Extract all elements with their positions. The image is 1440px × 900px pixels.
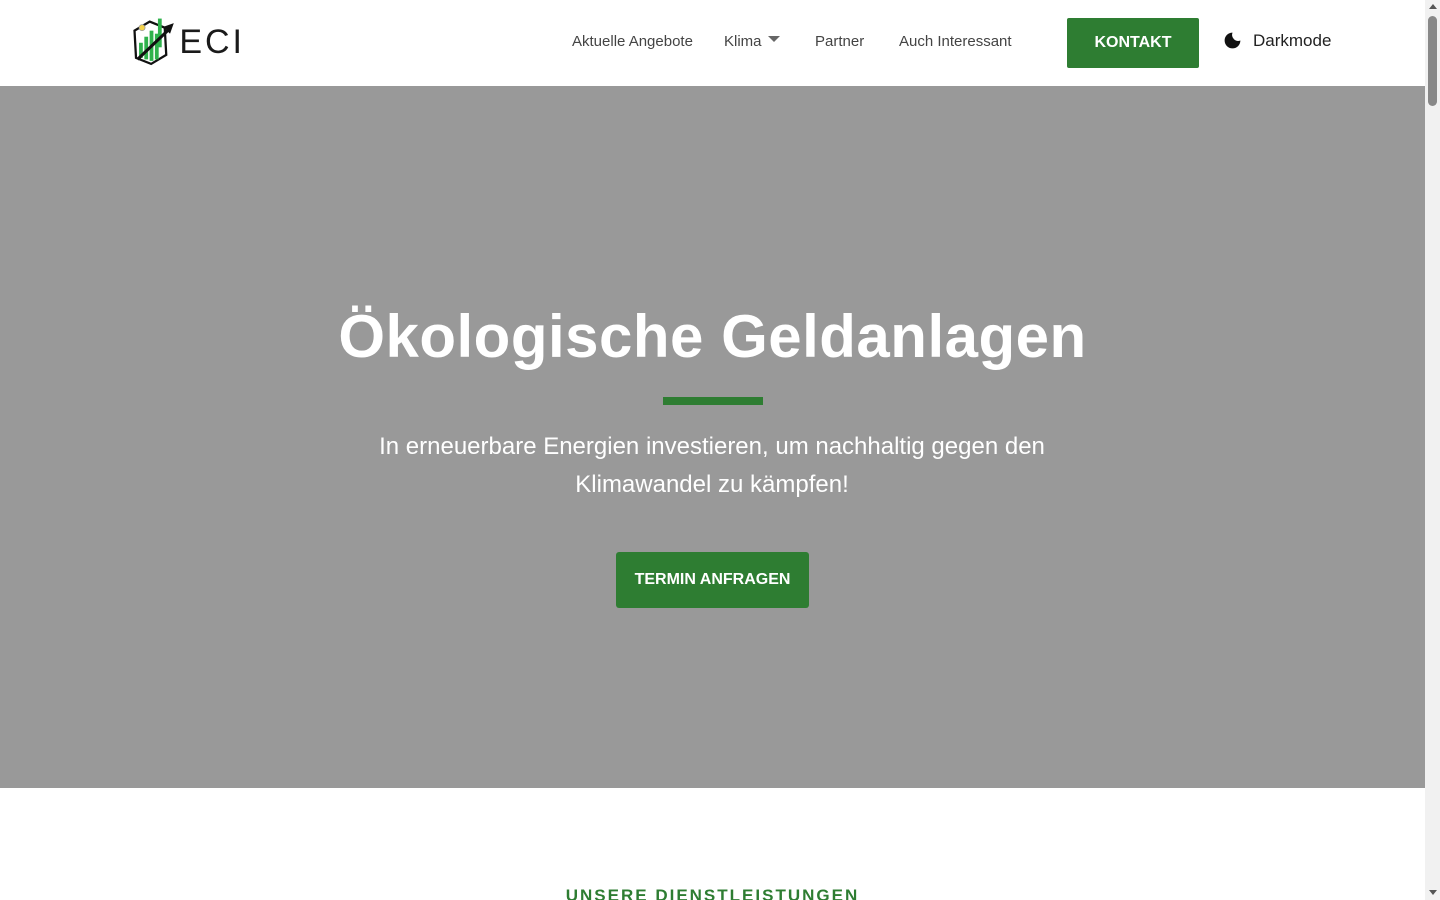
darkmode-label: Darkmode xyxy=(1253,30,1332,50)
nav-item-partner[interactable]: Partner xyxy=(815,33,864,50)
scroll-down-arrow-icon[interactable] xyxy=(1429,890,1437,895)
site-header: ECI Aktuelle Angebote Klima Partner Auch… xyxy=(0,0,1425,86)
logo-text: ECI xyxy=(179,22,245,61)
nav-item-auch-interessant[interactable]: Auch Interessant xyxy=(899,33,1012,50)
kontakt-button[interactable]: KONTAKT xyxy=(1067,18,1199,68)
scroll-up-arrow-icon[interactable] xyxy=(1429,4,1437,9)
page-scrollbar[interactable] xyxy=(1425,0,1440,900)
nav-item-aktuelle-angebote[interactable]: Aktuelle Angebote xyxy=(572,33,693,50)
moon-icon xyxy=(1224,32,1241,49)
scroll-thumb[interactable] xyxy=(1428,16,1437,106)
services-section-label: UNSERE DIENSTLEISTUNGEN xyxy=(565,886,860,900)
nav-item-klima[interactable]: Klima xyxy=(724,33,780,50)
eci-logo-icon xyxy=(133,18,174,66)
logo[interactable]: ECI xyxy=(133,9,245,75)
darkmode-toggle[interactable]: Darkmode xyxy=(1222,30,1331,51)
hero-divider xyxy=(663,397,763,405)
caret-down-icon xyxy=(767,35,780,42)
hero-subtitle: In erneuerbare Energien investieren, um … xyxy=(379,433,1045,498)
termin-anfragen-button[interactable]: TERMIN ANFRAGEN xyxy=(616,552,809,608)
hero-section: Ökologische Geldanlagen In erneuerbare E… xyxy=(0,86,1425,788)
hero-title: Ökologische Geldanlagen xyxy=(338,303,1087,370)
nav-item-klima-label: Klima xyxy=(724,33,762,50)
